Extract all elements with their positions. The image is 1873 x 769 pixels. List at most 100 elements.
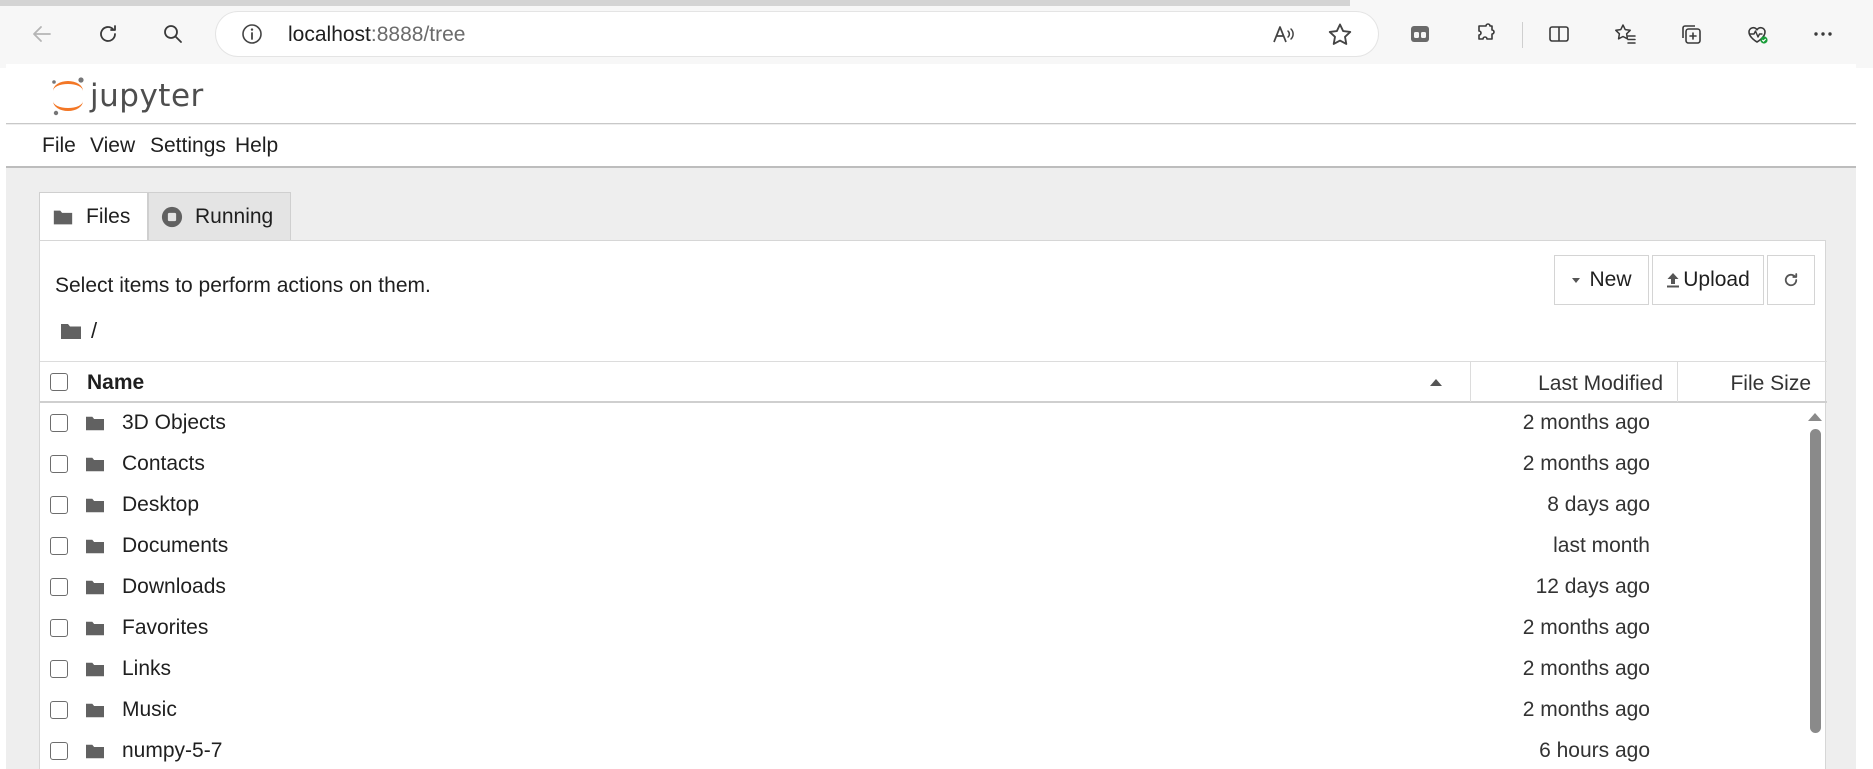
folder-icon	[86, 457, 104, 472]
file-row[interactable]: Links 2 months ago	[40, 649, 1827, 690]
file-name-link[interactable]: Favorites	[122, 616, 208, 640]
tab-files-label: Files	[86, 204, 131, 228]
file-row[interactable]: 3D Objects 2 months ago	[40, 403, 1827, 444]
row-checkbox[interactable]	[50, 578, 68, 596]
file-row[interactable]: Contacts 2 months ago	[40, 444, 1827, 485]
favorites-button[interactable]	[1607, 16, 1643, 52]
file-name-link[interactable]: Downloads	[122, 575, 226, 599]
menu-view[interactable]: View	[90, 134, 135, 158]
search-icon	[164, 25, 182, 43]
row-checkbox[interactable]	[50, 496, 68, 514]
file-browser-panel: Select items to perform actions on them.…	[39, 240, 1827, 769]
folder-icon	[86, 498, 104, 513]
extensions-button[interactable]	[1468, 16, 1504, 52]
jupyter-logo[interactable]: jupyter	[48, 74, 204, 118]
read-aloud-icon[interactable]	[1270, 22, 1296, 48]
back-icon	[33, 26, 51, 42]
file-list: 3D Objects 2 months ago Contacts 2 months a…	[40, 403, 1827, 769]
file-name-link[interactable]: Links	[122, 657, 171, 681]
reload-button[interactable]	[90, 16, 126, 52]
upload-button-label: Upload	[1683, 268, 1750, 291]
address-bar[interactable]: localhost:8888/tree	[216, 12, 1378, 56]
folder-icon	[86, 580, 104, 595]
breadcrumb-root[interactable]: /	[91, 318, 97, 344]
column-separator[interactable]	[1677, 362, 1678, 402]
column-name-header[interactable]: Name	[87, 371, 144, 395]
info-icon[interactable]	[240, 22, 264, 46]
jupyter-app: jupyter File View Settings Help Files Ru…	[6, 64, 1856, 769]
select-all-checkbox[interactable]	[50, 373, 68, 391]
file-modified: 12 days ago	[1535, 575, 1650, 598]
jupyter-wordmark: jupyter	[90, 78, 204, 114]
folder-icon	[53, 210, 73, 224]
row-checkbox[interactable]	[50, 701, 68, 719]
scroll-up-arrow[interactable]	[1808, 413, 1822, 421]
refresh-button[interactable]	[1767, 255, 1815, 305]
browser-essentials-button[interactable]	[1739, 16, 1775, 52]
file-row[interactable]: numpy-5-7 6 hours ago	[40, 731, 1827, 769]
file-modified: 2 months ago	[1522, 452, 1650, 475]
file-name-link[interactable]: 3D Objects	[122, 411, 226, 435]
more-button[interactable]	[1805, 16, 1841, 52]
breadcrumb[interactable]: /	[59, 318, 97, 344]
row-checkbox[interactable]	[50, 742, 68, 760]
tab-running[interactable]: Running	[148, 192, 291, 240]
reload-icon	[100, 25, 116, 42]
new-button[interactable]: New	[1554, 255, 1649, 305]
upload-icon	[1667, 273, 1680, 288]
row-checkbox[interactable]	[50, 455, 68, 473]
file-modified: last month	[1553, 534, 1650, 557]
back-button[interactable]	[24, 16, 60, 52]
tab-running-label: Running	[195, 204, 274, 228]
file-name-link[interactable]: Documents	[122, 534, 228, 558]
file-modified: 8 days ago	[1547, 493, 1650, 516]
row-checkbox[interactable]	[50, 660, 68, 678]
collections-button[interactable]	[1673, 16, 1709, 52]
file-row[interactable]: Music 2 months ago	[40, 690, 1827, 731]
new-button-label: New	[1589, 268, 1632, 291]
url-path: :8888/tree	[370, 23, 466, 46]
menu-settings[interactable]: Settings	[150, 134, 226, 158]
stop-circle-icon	[161, 206, 183, 227]
column-modified-header[interactable]: Last Modified	[1538, 372, 1663, 396]
upload-button[interactable]: Upload	[1652, 255, 1764, 305]
scrollbar-thumb[interactable]	[1810, 429, 1821, 733]
tab-files[interactable]: Files	[39, 192, 148, 240]
folder-icon	[86, 539, 104, 554]
folder-icon	[86, 744, 104, 759]
file-row[interactable]: Documents last month	[40, 526, 1827, 567]
workspaces-icon	[1411, 26, 1429, 42]
extensions-icon	[1478, 23, 1495, 40]
file-modified: 2 months ago	[1522, 657, 1650, 680]
file-modified: 2 months ago	[1522, 616, 1650, 639]
jupyter-header: jupyter	[6, 64, 1856, 124]
file-row[interactable]: Desktop 8 days ago	[40, 485, 1827, 526]
column-separator[interactable]	[1470, 362, 1471, 402]
file-modified: 2 months ago	[1522, 411, 1650, 434]
favorite-star-icon[interactable]	[1326, 21, 1354, 49]
menu-help[interactable]: Help	[235, 134, 278, 158]
menu-file[interactable]: File	[42, 134, 76, 158]
toolbar-divider	[1522, 22, 1523, 48]
file-row[interactable]: Downloads 12 days ago	[40, 567, 1827, 608]
row-checkbox[interactable]	[50, 619, 68, 637]
caret-down-icon	[1572, 278, 1581, 283]
file-name-link[interactable]: Music	[122, 698, 177, 722]
file-name-link[interactable]: numpy-5-7	[122, 739, 222, 763]
search-button[interactable]	[155, 16, 191, 52]
browser-essentials-icon	[1748, 26, 1768, 44]
folder-icon	[86, 662, 104, 677]
selection-hint: Select items to perform actions on them.	[55, 274, 431, 297]
file-name-link[interactable]: Contacts	[122, 452, 205, 476]
workspaces-button[interactable]	[1402, 16, 1438, 52]
row-checkbox[interactable]	[50, 537, 68, 555]
file-row[interactable]: Favorites 2 months ago	[40, 608, 1827, 649]
sort-ascending-icon[interactable]	[1430, 379, 1442, 386]
address-url[interactable]: localhost:8888/tree	[288, 23, 465, 47]
file-name-link[interactable]: Desktop	[122, 493, 199, 517]
split-screen-icon	[1549, 26, 1569, 42]
folder-icon	[61, 324, 81, 339]
column-size-header[interactable]: File Size	[1730, 372, 1811, 396]
split-screen-button[interactable]	[1541, 16, 1577, 52]
row-checkbox[interactable]	[50, 414, 68, 432]
